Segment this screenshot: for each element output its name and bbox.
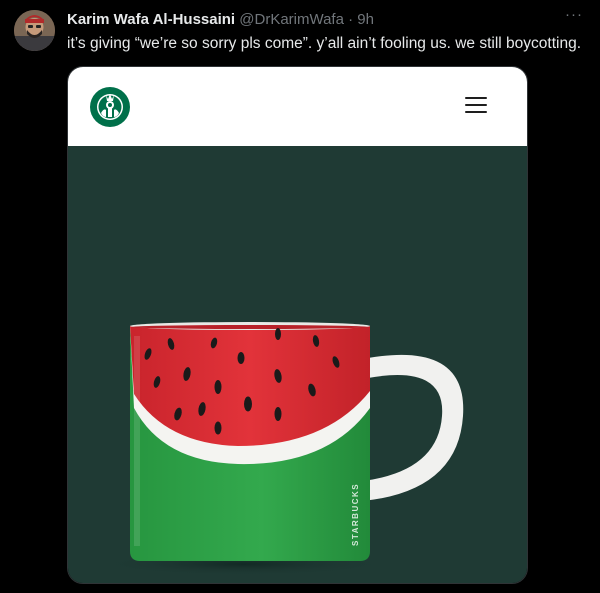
avatar-image	[14, 10, 55, 51]
tweet-media[interactable]: STARBUCKS	[67, 66, 528, 584]
author-handle[interactable]: @DrKarimWafa	[239, 11, 344, 28]
tweet-header: Karim Wafa Al-Hussaini @DrKarimWafa · 9h	[67, 10, 580, 30]
watermelon-mug-image: STARBUCKS	[68, 146, 527, 583]
avatar[interactable]	[14, 10, 55, 51]
separator-dot: ·	[348, 11, 354, 28]
tweet: Karim Wafa Al-Hussaini @DrKarimWafa · 9h…	[0, 0, 600, 593]
mug-brand-label: STARBUCKS	[351, 483, 360, 546]
more-options-icon[interactable]: ···	[562, 7, 586, 28]
site-header	[68, 67, 527, 146]
tweet-text: it’s giving “we’re so sorry pls come”. y…	[67, 35, 581, 52]
author-name[interactable]: Karim Wafa Al-Hussaini	[67, 11, 235, 28]
mug-illustration: STARBUCKS	[93, 322, 464, 576]
starbucks-siren-logo-icon[interactable]	[89, 86, 131, 128]
hamburger-menu-icon[interactable]	[465, 97, 487, 115]
timestamp[interactable]: 9h	[357, 11, 374, 28]
